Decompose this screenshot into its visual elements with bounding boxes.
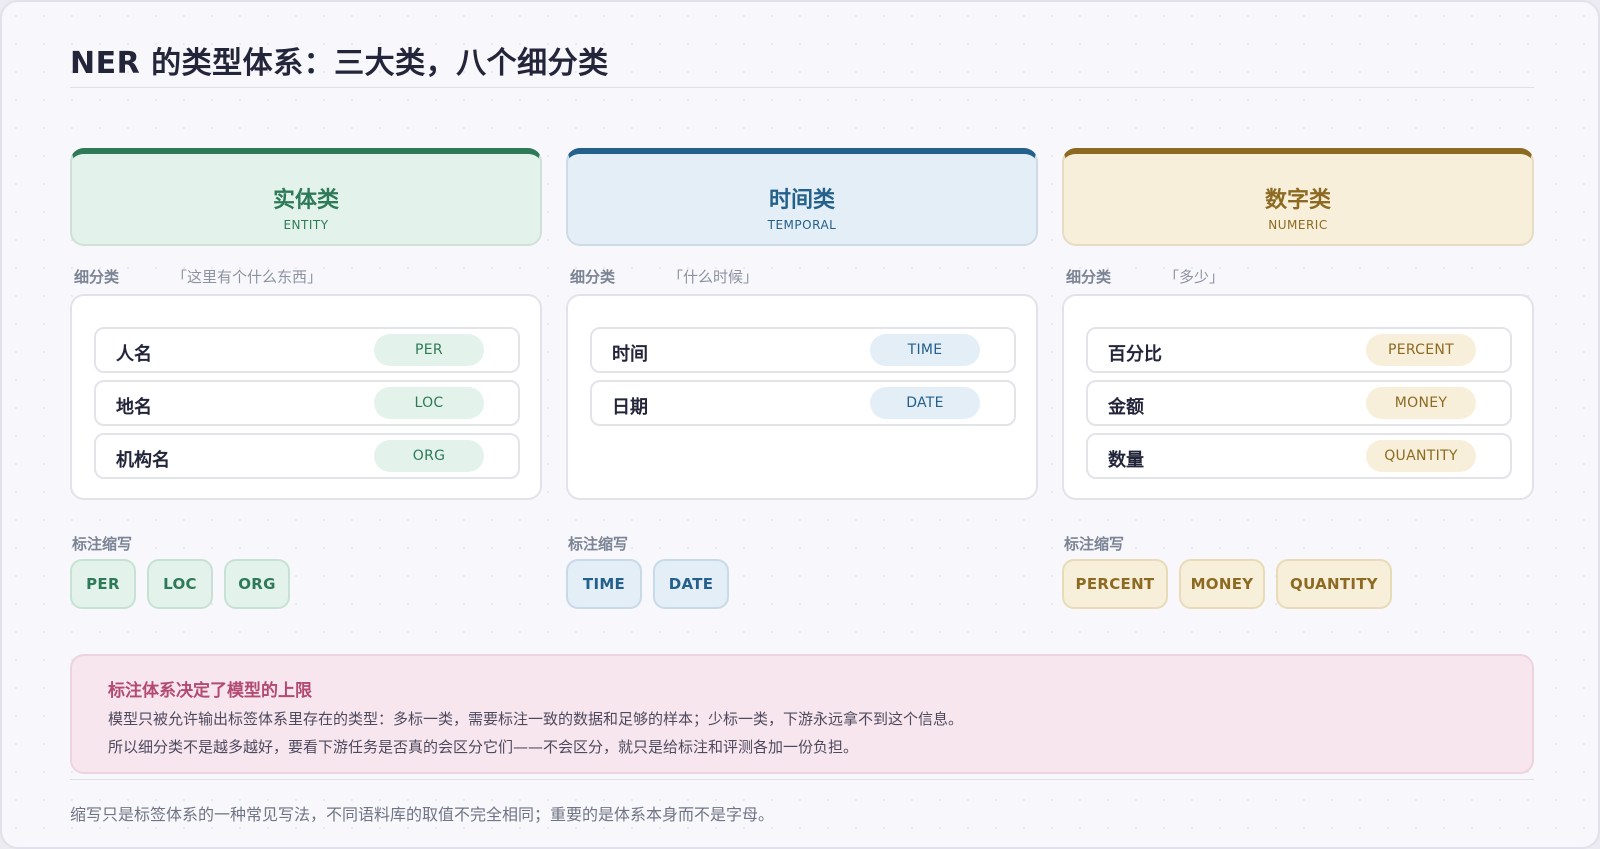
category-header-temporal: 时间类 TEMPORAL (566, 148, 1038, 246)
abbreviation-chip: TIME (566, 559, 642, 609)
category-name: 数字类 (1264, 188, 1331, 213)
category-code: NUMERIC (1268, 218, 1328, 232)
category-question: 「什么时候」 (668, 268, 759, 286)
subcategory-tag: PERCENT (1366, 334, 1476, 366)
category-code: TEMPORAL (767, 218, 837, 232)
category-column-temporal: 时间类 TEMPORAL 细分类 「什么时候」 时间 TIME 日期 DATE … (566, 148, 1038, 618)
page-title: NER 的类型体系：三大类，八个细分类 (70, 46, 609, 81)
subcategory-label: 细分类 (74, 268, 120, 286)
subcategory-label-text: 金额 (1108, 397, 1144, 418)
abbreviation-chip: ORG (224, 559, 290, 609)
subcategory-item: 金额 MONEY (1086, 380, 1512, 426)
subcategory-item: 机构名 ORG (94, 433, 520, 479)
subcategory-label-text: 百分比 (1108, 344, 1162, 365)
subcategory-item: 数量 QUANTITY (1086, 433, 1512, 479)
subcategory-tag: TIME (870, 334, 980, 366)
subcategory-tag: ORG (374, 440, 484, 472)
subcategory-item: 日期 DATE (590, 380, 1016, 426)
subcategory-item: 百分比 PERCENT (1086, 327, 1512, 373)
subcategory-list: 时间 TIME 日期 DATE (566, 294, 1038, 500)
abbreviation-chip: PER (70, 559, 136, 609)
footer-divider (70, 779, 1534, 780)
footer-note: 缩写只是标签体系的一种常见写法，不同语料库的取值不完全相同；重要的是体系本身而不… (70, 805, 775, 824)
subcategory-label-text: 日期 (612, 397, 648, 418)
subcategory-tag: LOC (374, 387, 484, 419)
category-column-numeric: 数字类 NUMERIC 细分类 「多少」 百分比 PERCENT 金额 MONE… (1062, 148, 1534, 618)
category-header-entity: 实体类 ENTITY (70, 148, 542, 246)
category-code: ENTITY (283, 218, 329, 232)
title-divider (70, 87, 1534, 88)
subcategory-label-text: 机构名 (116, 450, 170, 471)
note-title: 标注体系决定了模型的上限 (108, 681, 312, 701)
subcategory-tag: DATE (870, 387, 980, 419)
subcategory-tag: PER (374, 334, 484, 366)
subcategory-label-text: 地名 (116, 397, 152, 418)
subcategory-list: 人名 PER 地名 LOC 机构名 ORG (70, 294, 542, 500)
abbreviation-label: 标注缩写 (1064, 535, 1125, 553)
note-callout: 标注体系决定了模型的上限 模型只被允许输出标签体系里存在的类型：多标一类，需要标… (70, 654, 1534, 774)
abbreviation-chip: QUANTITY (1276, 559, 1392, 609)
abbreviation-chip: PERCENT (1062, 559, 1168, 609)
abbreviation-chip: MONEY (1179, 559, 1265, 609)
abbreviation-chip: DATE (653, 559, 729, 609)
note-text: 所以细分类不是越多越好，要看下游任务是否真的会区分它们——不会区分，就只是给标注… (108, 738, 859, 756)
subcategory-label-text: 数量 (1108, 450, 1144, 471)
subcategory-label: 细分类 (570, 268, 616, 286)
category-name: 实体类 (272, 188, 339, 213)
subcategory-label-text: 人名 (116, 344, 152, 365)
subcategory-label-text: 时间 (612, 344, 648, 365)
subcategory-item: 时间 TIME (590, 327, 1016, 373)
note-text: 模型只被允许输出标签体系里存在的类型：多标一类，需要标注一致的数据和足够的样本；… (108, 710, 964, 728)
category-column-entity: 实体类 ENTITY 细分类 「这里有个什么东西」 人名 PER 地名 LOC … (70, 148, 542, 618)
category-name: 时间类 (768, 188, 835, 213)
subcategory-list: 百分比 PERCENT 金额 MONEY 数量 QUANTITY (1062, 294, 1534, 500)
subcategory-item: 地名 LOC (94, 380, 520, 426)
subcategory-tag: MONEY (1366, 387, 1476, 419)
subcategory-item: 人名 PER (94, 327, 520, 373)
subcategory-tag: QUANTITY (1366, 440, 1476, 472)
slide: NER 的类型体系：三大类，八个细分类 实体类 ENTITY 细分类 「这里有个… (0, 0, 1600, 849)
abbreviation-label: 标注缩写 (568, 535, 629, 553)
abbreviation-label: 标注缩写 (72, 535, 133, 553)
category-question: 「多少」 (1164, 268, 1225, 286)
subcategory-label: 细分类 (1066, 268, 1112, 286)
abbreviation-chip: LOC (147, 559, 213, 609)
category-question: 「这里有个什么东西」 (172, 268, 323, 286)
category-header-numeric: 数字类 NUMERIC (1062, 148, 1534, 246)
